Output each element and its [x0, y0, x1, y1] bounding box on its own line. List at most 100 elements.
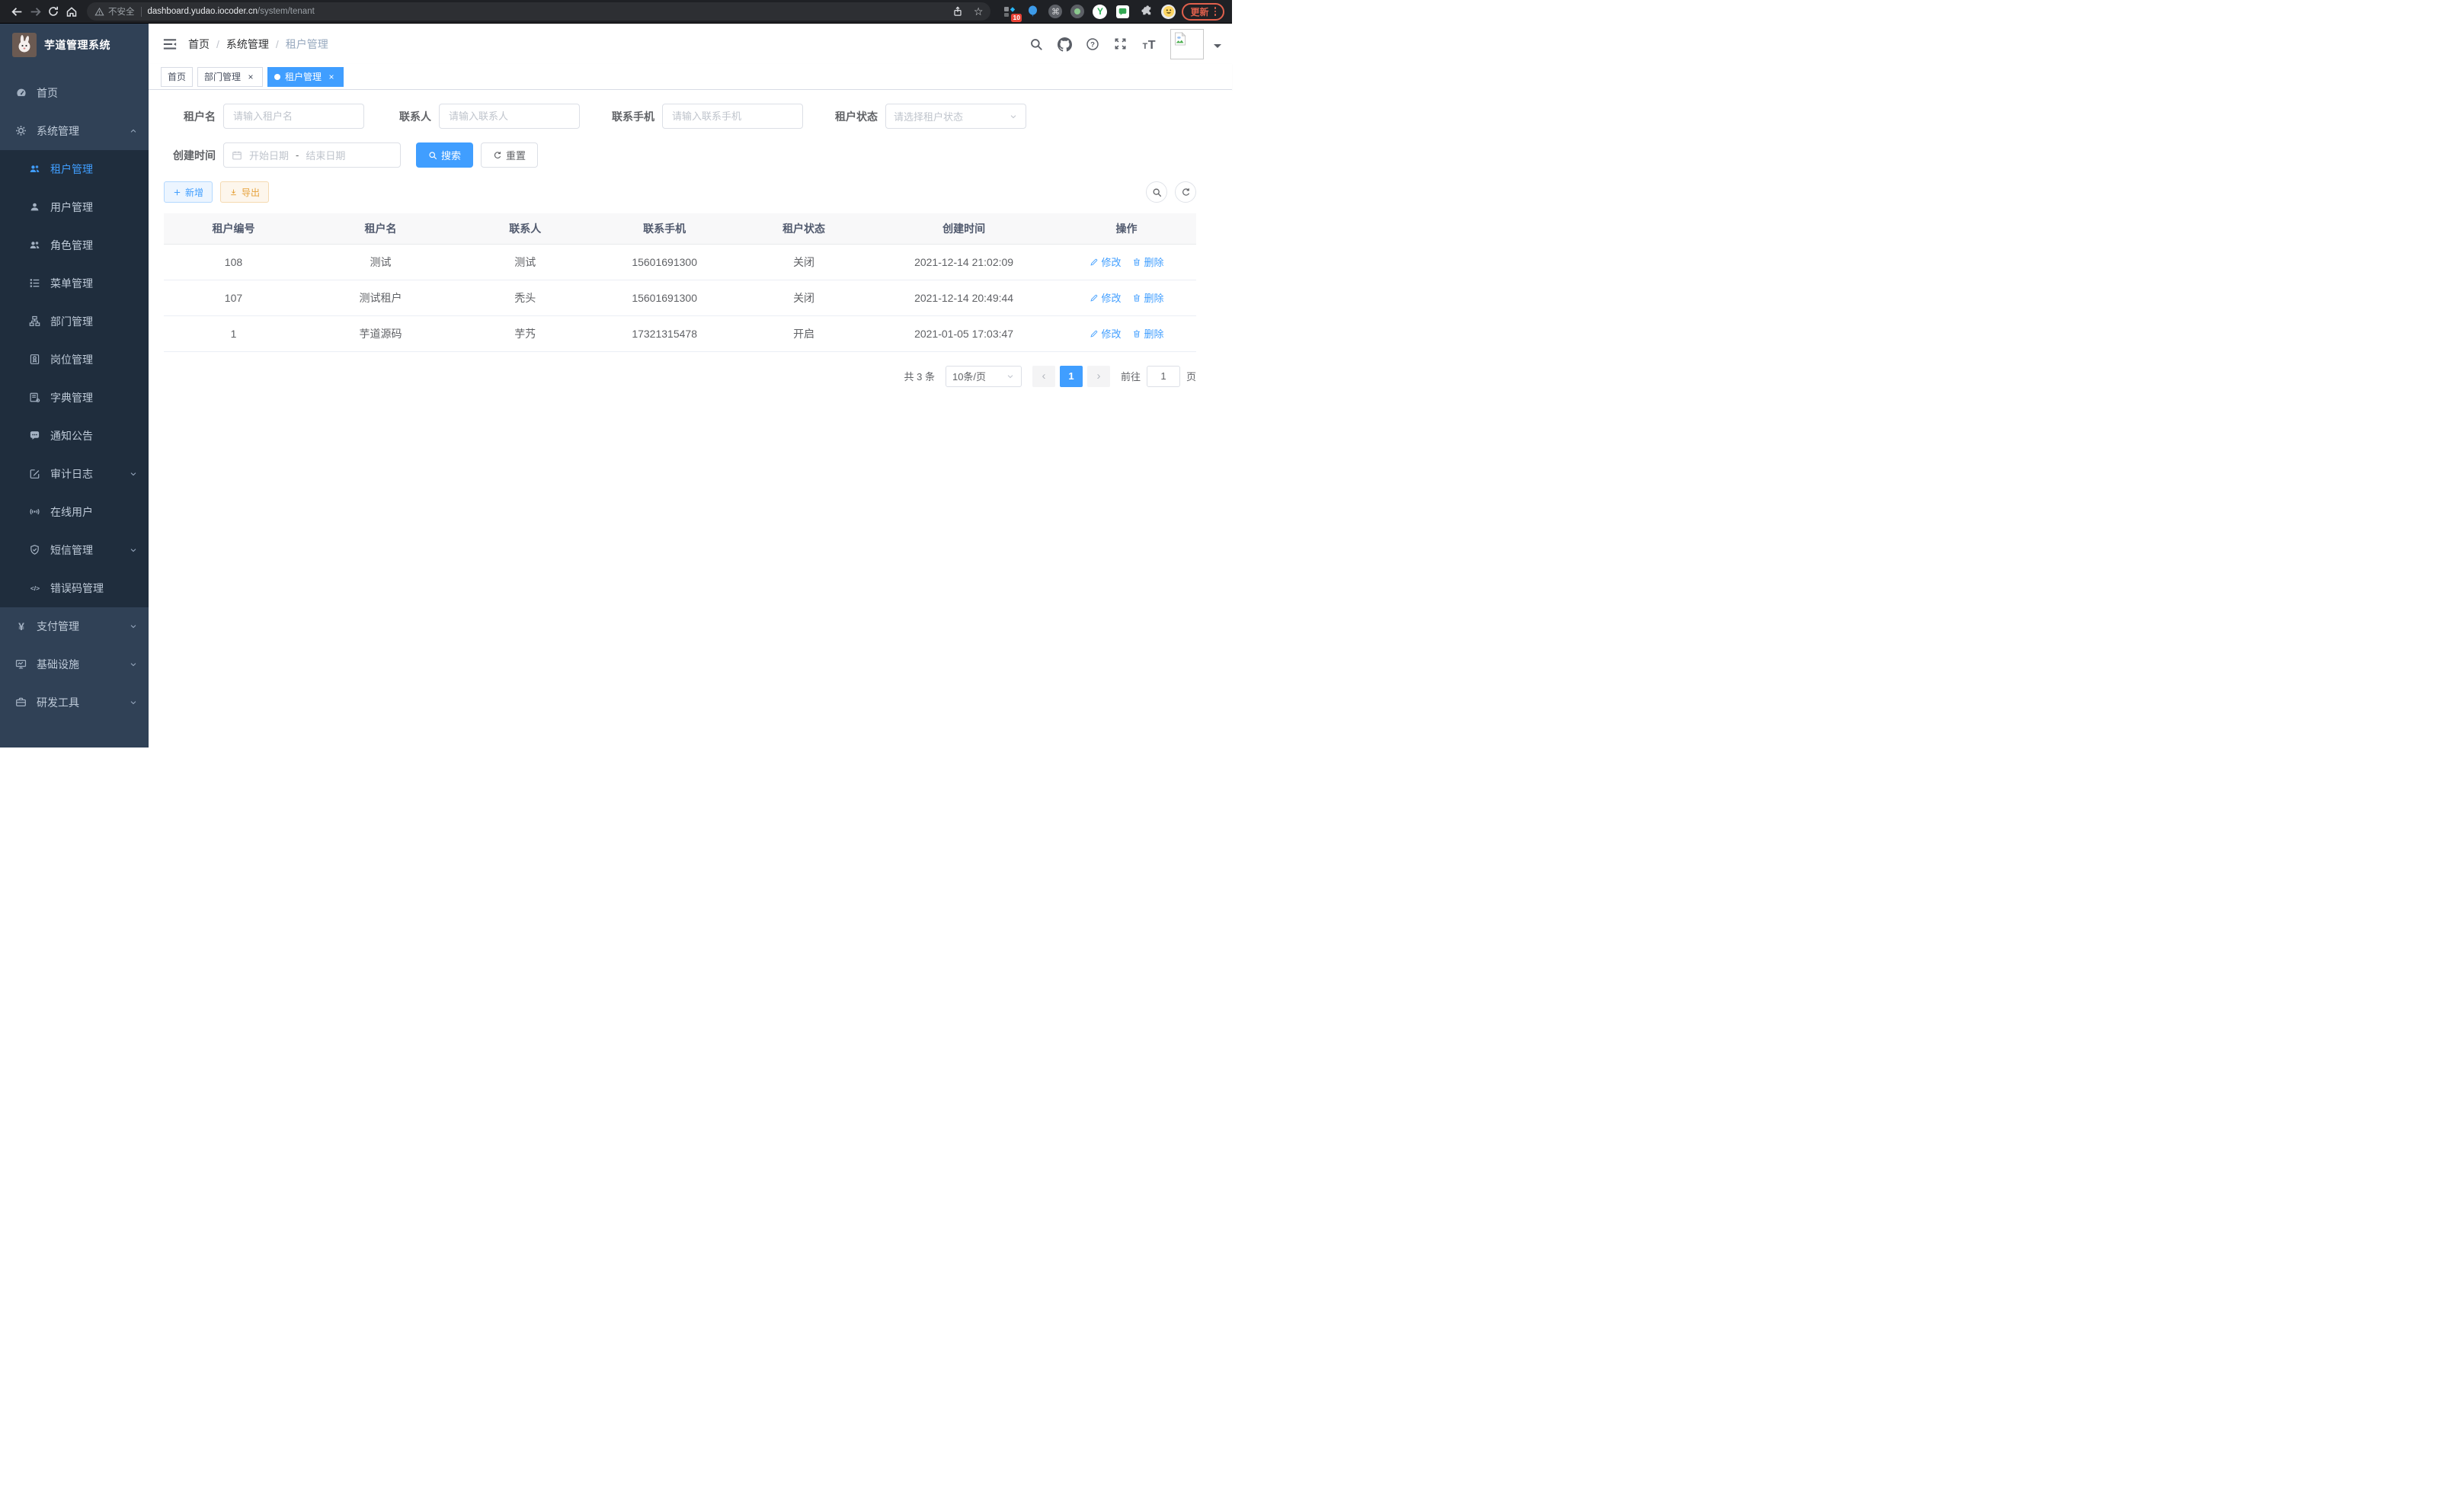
sidebar-item-user[interactable]: 用户管理 — [0, 188, 149, 226]
sidebar-item-post[interactable]: 岗位管理 — [0, 341, 149, 379]
goto-page: 前往 页 — [1121, 366, 1196, 387]
breadcrumb-current: 租户管理 — [286, 37, 328, 52]
refresh-icon — [493, 151, 502, 160]
avatar[interactable] — [1170, 29, 1204, 59]
toggle-search-icon[interactable] — [1146, 181, 1167, 203]
goto-page-input[interactable] — [1147, 366, 1180, 387]
chat-extension-icon[interactable] — [1115, 5, 1130, 19]
address-bar[interactable]: 不安全 dashboard.yudao.iocoder.cn/system/te… — [87, 2, 990, 21]
browser-home-button[interactable] — [62, 2, 81, 21]
command-extension-icon[interactable]: ⌘ — [1048, 5, 1062, 18]
y-logo-extension-icon[interactable]: Y — [1093, 5, 1107, 19]
close-icon[interactable]: × — [326, 72, 337, 82]
add-button[interactable]: 新增 — [164, 181, 213, 203]
top-navbar: 首页 / 系统管理 / 租户管理 — [149, 24, 1232, 64]
sidebar-item-menu[interactable]: 菜单管理 — [0, 264, 149, 303]
browser-back-button[interactable] — [8, 2, 26, 21]
browser-toolbar: 不安全 dashboard.yudao.iocoder.cn/system/te… — [0, 0, 1232, 24]
sidebar-item-dict[interactable]: 字典管理 — [0, 379, 149, 417]
github-icon[interactable] — [1058, 37, 1071, 51]
delete-link[interactable]: 删除 — [1132, 290, 1164, 305]
delete-link[interactable]: 删除 — [1132, 255, 1164, 269]
browser-forward-button[interactable] — [26, 2, 44, 21]
breadcrumb-home[interactable]: 首页 — [188, 37, 210, 52]
close-icon[interactable]: × — [245, 72, 256, 82]
tab-dept[interactable]: 部门管理× — [197, 67, 263, 87]
sidebar-item-pay[interactable]: 支付管理 — [0, 607, 149, 645]
sidebar-menu: 首页 系统管理 租户管理 用户管理 角色管理 菜单管理 部门管理 岗位管理 字典… — [0, 74, 149, 722]
delete-link[interactable]: 删除 — [1132, 326, 1164, 341]
cell-tenant-name: 测试 — [303, 244, 458, 280]
sidebar-item-tenant[interactable]: 租户管理 — [0, 150, 149, 188]
filter-row-1: 租户名 联系人 联系手机 租户状态 请选择租户状态 — [164, 104, 1196, 129]
table-header-row: 租户编号 租户名 联系人 联系手机 租户状态 创建时间 操作 — [164, 213, 1196, 244]
sidebar-item-role[interactable]: 角色管理 — [0, 226, 149, 264]
fullscreen-icon[interactable] — [1114, 37, 1128, 51]
browser-menu-icon — [1214, 7, 1217, 16]
shield-icon — [29, 544, 41, 556]
create-time-range-picker[interactable]: 开始日期 - 结束日期 — [223, 142, 401, 168]
chevron-down-icon — [129, 660, 138, 669]
export-button[interactable]: 导出 — [220, 181, 269, 203]
prev-page-button[interactable]: ‹ — [1032, 366, 1055, 387]
sidebar-item-infra[interactable]: 基础设施 — [0, 645, 149, 683]
current-page-button[interactable]: 1 — [1060, 366, 1083, 387]
contact-input[interactable] — [439, 104, 580, 129]
sidebar-item-dept[interactable]: 部门管理 — [0, 303, 149, 341]
currency-icon — [15, 620, 27, 632]
balloon-extension-icon[interactable] — [1026, 5, 1040, 19]
gear-icon — [15, 125, 27, 137]
edit-link[interactable]: 修改 — [1090, 255, 1122, 269]
url-domain: dashboard.yudao.iocoder.cn — [148, 7, 258, 16]
tenant-status-select[interactable]: 请选择租户状态 — [885, 104, 1026, 129]
tab-tenant[interactable]: 租户管理× — [267, 67, 344, 87]
breadcrumb-system[interactable]: 系统管理 — [226, 37, 269, 52]
sidebar-item-audit-log[interactable]: 审计日志 — [0, 455, 149, 493]
recorder-extension-icon[interactable] — [1070, 5, 1084, 18]
puzzle-extensions-icon[interactable] — [1138, 5, 1153, 19]
profile-avatar-icon[interactable] — [1161, 5, 1176, 19]
breadcrumb: 首页 / 系统管理 / 租户管理 — [188, 37, 328, 52]
next-page-button[interactable]: › — [1087, 366, 1110, 387]
sidebar-collapse-icon[interactable] — [162, 37, 178, 52]
sidebar-item-notice[interactable]: 通知公告 — [0, 417, 149, 455]
sidebar-item-online-user[interactable]: 在线用户 — [0, 493, 149, 531]
user-icon — [29, 201, 41, 213]
reset-button[interactable]: 重置 — [481, 142, 538, 168]
filter-row-2: 创建时间 开始日期 - 结束日期 搜索 重置 — [164, 142, 1196, 168]
search-icon[interactable] — [1029, 37, 1043, 51]
sidebar: 芋道管理系统 首页 系统管理 租户管理 用户管理 角色管理 菜单管理 部门管理 … — [0, 24, 149, 748]
table-toolbar: 新增 导出 — [164, 181, 1196, 203]
app-logo: 芋道管理系统 — [0, 28, 149, 62]
sidebar-item-system[interactable]: 系统管理 — [0, 112, 149, 150]
pencil-icon — [1090, 329, 1099, 338]
cell-status: 关闭 — [737, 280, 871, 315]
capture-extension-icon[interactable]: 10 — [1003, 5, 1017, 19]
sidebar-item-dev-tools[interactable]: 研发工具 — [0, 683, 149, 722]
tab-home[interactable]: 首页 — [161, 67, 193, 87]
edit-link[interactable]: 修改 — [1090, 326, 1122, 341]
cell-mobile: 17321315478 — [592, 315, 737, 351]
toolbox-icon — [15, 696, 27, 709]
navbar-actions — [1029, 29, 1221, 59]
search-button[interactable]: 搜索 — [416, 142, 473, 168]
logo-image — [12, 33, 37, 57]
tenant-table: 租户编号 租户名 联系人 联系手机 租户状态 创建时间 操作 108 测试 — [164, 213, 1196, 352]
sidebar-item-error-code[interactable]: 错误码管理 — [0, 569, 149, 607]
mobile-input[interactable] — [662, 104, 803, 129]
avatar-dropdown-caret-icon[interactable] — [1214, 44, 1221, 52]
chevron-down-icon — [129, 469, 138, 479]
browser-reload-button[interactable] — [44, 2, 62, 21]
refresh-table-icon[interactable] — [1175, 181, 1196, 203]
edit-link[interactable]: 修改 — [1090, 290, 1122, 305]
share-icon[interactable] — [952, 6, 963, 17]
tenant-name-input[interactable] — [223, 104, 364, 129]
sidebar-item-home[interactable]: 首页 — [0, 74, 149, 112]
help-icon[interactable] — [1086, 37, 1099, 51]
page-size-select[interactable]: 10条/页 — [946, 366, 1022, 387]
sidebar-item-sms[interactable]: 短信管理 — [0, 531, 149, 569]
font-size-icon[interactable] — [1142, 37, 1156, 51]
chrome-update-button[interactable]: 更新 — [1182, 3, 1224, 21]
chevron-down-icon — [129, 546, 138, 555]
bookmark-star-icon[interactable]: ☆ — [974, 6, 984, 17]
